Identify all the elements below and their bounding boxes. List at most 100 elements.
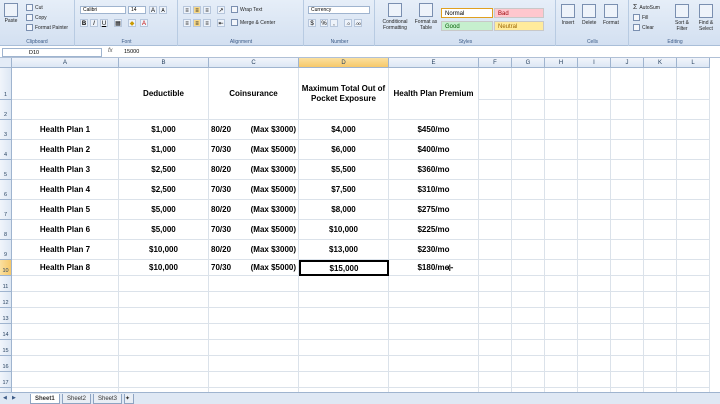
cell[interactable] (119, 324, 209, 340)
cell[interactable] (512, 292, 545, 308)
column-header-c[interactable]: C (209, 58, 299, 68)
cell[interactable] (512, 200, 545, 220)
sort-filter-button[interactable]: Sort & Filter (670, 4, 694, 32)
oop-cell[interactable]: $4,000 (299, 120, 389, 140)
cell[interactable] (611, 220, 644, 240)
cell[interactable] (299, 292, 389, 308)
cell[interactable] (512, 372, 545, 388)
style-good[interactable]: Good (441, 21, 493, 31)
cell[interactable] (389, 356, 479, 372)
formula-input[interactable]: 15000 (124, 48, 139, 57)
oop-cell[interactable]: $8,000 (299, 200, 389, 220)
cell[interactable] (119, 340, 209, 356)
copy-button[interactable]: Copy (26, 14, 47, 21)
cell[interactable] (512, 140, 545, 160)
cell[interactable] (677, 68, 710, 100)
percent-button[interactable]: % (320, 19, 328, 27)
plan-name-cell[interactable]: Health Plan 7 (12, 240, 119, 260)
cell[interactable] (545, 292, 578, 308)
conditional-formatting-button[interactable]: Conditional Formatting (378, 3, 412, 31)
column-header-a[interactable]: A (12, 58, 119, 68)
cell[interactable] (209, 324, 299, 340)
font-name-select[interactable]: Calibri (80, 6, 126, 14)
plan-name-cell[interactable]: Health Plan 4 (12, 180, 119, 200)
deductible-cell[interactable]: $10,000 (119, 240, 209, 260)
header-coinsurance[interactable]: Coinsurance (209, 68, 299, 120)
cell[interactable] (545, 260, 578, 276)
cell[interactable] (512, 100, 545, 120)
plan-name-cell[interactable]: Health Plan 5 (12, 200, 119, 220)
cell[interactable] (578, 220, 611, 240)
cell[interactable] (644, 308, 677, 324)
paste-button[interactable]: Paste (4, 3, 18, 24)
cell[interactable] (677, 372, 710, 388)
fill-button[interactable]: Fill (633, 14, 648, 21)
italic-button[interactable]: I (90, 19, 98, 27)
oop-cell[interactable]: $7,500 (299, 180, 389, 200)
cell[interactable] (12, 324, 119, 340)
cell[interactable] (545, 220, 578, 240)
cell[interactable] (119, 276, 209, 292)
cell[interactable] (119, 292, 209, 308)
cell[interactable] (545, 180, 578, 200)
cell[interactable] (209, 340, 299, 356)
cell[interactable] (512, 276, 545, 292)
plan-name-cell[interactable]: Health Plan 2 (12, 140, 119, 160)
cell[interactable] (12, 340, 119, 356)
cell[interactable] (677, 100, 710, 120)
cell[interactable] (119, 308, 209, 324)
cell[interactable] (644, 240, 677, 260)
align-top-button[interactable]: ≡ (183, 6, 191, 14)
name-box[interactable]: D10 (2, 48, 102, 57)
row-header-7[interactable]: 7 (0, 200, 12, 220)
cell[interactable] (209, 276, 299, 292)
cell[interactable] (545, 160, 578, 180)
cell[interactable] (512, 356, 545, 372)
cell[interactable] (479, 356, 512, 372)
row-header-1[interactable]: 1 (0, 68, 12, 100)
cell[interactable] (12, 276, 119, 292)
plan-name-cell[interactable]: Health Plan 8 (12, 260, 119, 276)
cell[interactable] (12, 100, 119, 120)
row-header-10[interactable]: 10 (0, 260, 12, 276)
premium-cell[interactable]: $275/mo (389, 200, 479, 220)
cell[interactable] (578, 140, 611, 160)
format-button[interactable]: Format (603, 4, 619, 26)
grow-font-button[interactable]: A (149, 6, 157, 14)
deductible-cell[interactable]: $10,000 (119, 260, 209, 276)
row-header-15[interactable]: 15 (0, 340, 12, 356)
cell[interactable] (611, 180, 644, 200)
cell[interactable] (611, 120, 644, 140)
premium-cell[interactable]: $450/mo (389, 120, 479, 140)
cell[interactable] (209, 372, 299, 388)
cell[interactable] (545, 100, 578, 120)
cell[interactable] (644, 100, 677, 120)
header-premium[interactable]: Health Plan Premium (389, 68, 479, 120)
header-deductible[interactable]: Deductible (119, 68, 209, 120)
coinsurance-cell[interactable]: 70/30 (Max $5000) (209, 260, 299, 276)
cell[interactable] (677, 340, 710, 356)
cell[interactable] (644, 324, 677, 340)
cell[interactable] (644, 160, 677, 180)
shrink-font-button[interactable]: A (159, 6, 167, 14)
premium-cell[interactable]: $180/mo (389, 260, 479, 276)
cell[interactable] (578, 260, 611, 276)
column-header-l[interactable]: L (677, 58, 710, 68)
style-bad[interactable]: Bad (494, 8, 544, 18)
cell[interactable] (545, 372, 578, 388)
font-size-select[interactable]: 14 (128, 6, 146, 14)
cell[interactable] (512, 324, 545, 340)
cell[interactable] (578, 308, 611, 324)
cell[interactable] (611, 372, 644, 388)
premium-cell[interactable]: $400/mo (389, 140, 479, 160)
row-header-12[interactable]: 12 (0, 292, 12, 308)
header-max-out-of-pocket[interactable]: Maximum Total Out of Pocket Exposure (299, 68, 389, 120)
style-neutral[interactable]: Neutral (494, 21, 544, 31)
premium-cell[interactable]: $225/mo (389, 220, 479, 240)
coinsurance-cell[interactable]: 70/30 (Max $5000) (209, 140, 299, 160)
cell[interactable] (644, 356, 677, 372)
premium-cell[interactable]: $230/mo (389, 240, 479, 260)
cell[interactable] (644, 180, 677, 200)
cell[interactable] (389, 276, 479, 292)
cell[interactable] (578, 372, 611, 388)
